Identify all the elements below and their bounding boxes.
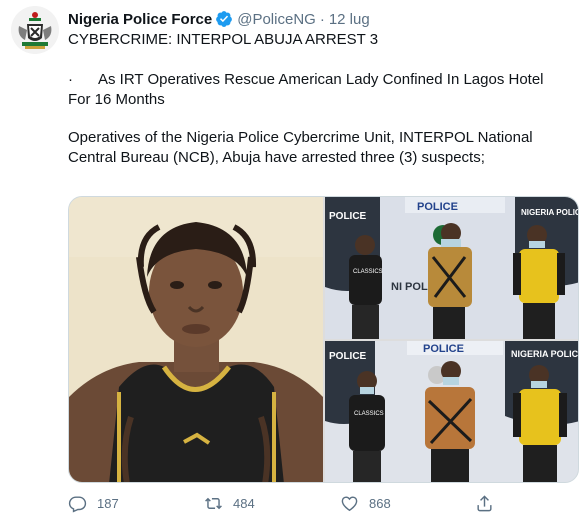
banner-text-right: NIGERIA POLICE — [521, 208, 579, 217]
tweet-text-line2-body: As IRT Operatives Rescue American Lady C… — [68, 71, 544, 108]
verified-badge-icon — [216, 11, 233, 27]
share-icon — [477, 495, 492, 512]
banner-text-center: POLICE — [423, 343, 464, 355]
reply-count: 187 — [97, 496, 119, 511]
share-button[interactable] — [475, 494, 504, 513]
author-name[interactable]: Nigeria Police Force — [68, 11, 212, 28]
banner-text-left: POLICE — [329, 211, 367, 222]
retweet-count: 484 — [233, 496, 255, 511]
media-grid: POLICE POLICE NIGERIA POLICE NI POL CLAS… — [68, 196, 579, 483]
police-crest-logo — [11, 6, 59, 54]
photo-suspect-portrait[interactable] — [69, 197, 323, 482]
tweet-header: Nigeria Police Force @PoliceNG · 12 lug — [68, 9, 370, 29]
tweet-text-line1: CYBERCRIME: INTERPOL ABUJA ARREST 3 — [68, 31, 379, 48]
banner-text-center: POLICE — [417, 201, 458, 213]
heart-icon — [341, 496, 358, 512]
banner-text-right: NIGERIA POLICE — [511, 349, 579, 359]
banner-text-left: POLICE — [329, 351, 367, 362]
like-button[interactable]: 868 — [340, 494, 391, 513]
banner-text-bottom: NI POL — [391, 281, 428, 293]
avatar[interactable] — [11, 6, 59, 54]
tweet-text-line2: · As IRT Operatives Rescue American Lady … — [68, 70, 568, 110]
tweet-text-line3: Operatives of the Nigeria Police Cybercr… — [68, 129, 533, 166]
photo-suspects-group-1[interactable]: POLICE POLICE NIGERIA POLICE NI POL CLAS… — [325, 197, 579, 339]
header-separator: · — [319, 10, 325, 28]
retweet-icon — [205, 497, 222, 510]
retweet-button[interactable]: 484 — [204, 494, 255, 513]
like-count: 868 — [369, 496, 391, 511]
bullet-mark: · — [68, 71, 73, 88]
photo-suspects-group-2[interactable]: POLICE POLICE NIGERIA POLICE CLASSICS — [325, 341, 579, 482]
reply-icon — [68, 496, 87, 513]
reply-button[interactable]: 187 — [68, 494, 119, 513]
tweet-date[interactable]: 12 lug — [329, 11, 370, 28]
author-handle[interactable]: @PoliceNG — [237, 11, 316, 28]
tweet-actions: 187 484 868 — [68, 494, 578, 514]
shirt-text: CLASSICS — [353, 269, 383, 275]
shirt-text: CLASSICS — [354, 411, 384, 417]
